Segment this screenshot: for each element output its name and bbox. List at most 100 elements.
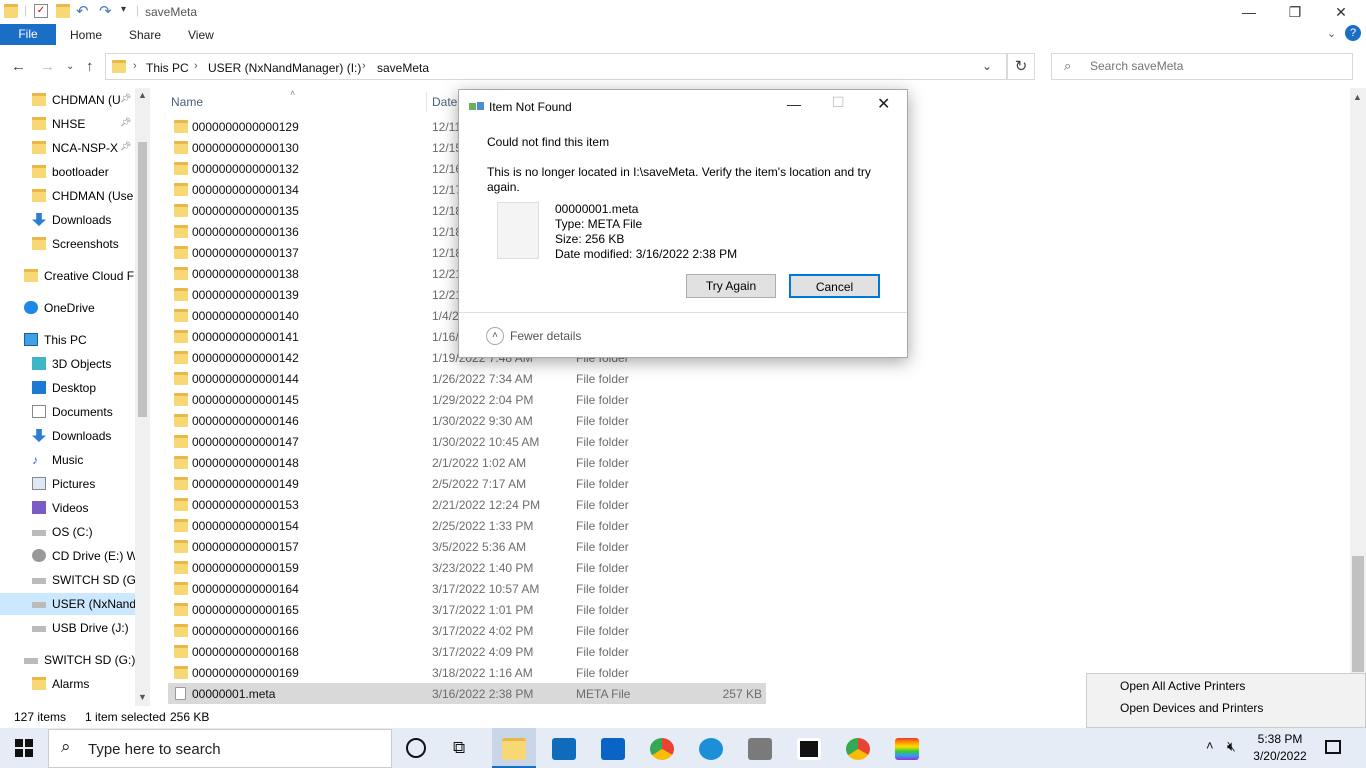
list-scrollbar-thumb[interactable] <box>1352 556 1364 672</box>
cancel-button[interactable]: Cancel <box>789 274 880 298</box>
sidebar-item-creative-cloud-f[interactable]: Creative Cloud F <box>0 265 135 287</box>
table-row[interactable]: 0000000000000145 1/29/2022 2:04 PM File fo… <box>168 389 766 410</box>
taskbar-clock[interactable]: 5:38 PM 3/20/2022 <box>1250 731 1310 765</box>
help-icon[interactable]: ? <box>1345 25 1361 41</box>
breadcrumb-savemeta[interactable]: saveMeta <box>377 61 429 75</box>
sidebar-item-this-pc[interactable]: This PC <box>0 329 135 351</box>
tab-view[interactable]: View <box>188 28 214 42</box>
dialog-minimize-button[interactable]: — <box>787 96 801 112</box>
scroll-down-icon[interactable]: ▼ <box>138 692 147 702</box>
sidebar-item-videos[interactable]: Videos <box>0 497 135 519</box>
ribbon-expand-icon[interactable]: ⌄ <box>1327 27 1336 40</box>
sidebar-item-chdman-u[interactable]: CHDMAN (U 📌︎ <box>0 89 135 111</box>
sidebar-item-onedrive[interactable]: OneDrive <box>0 297 135 319</box>
chevron-right-icon[interactable]: › <box>362 60 366 72</box>
nav-scrollbar-thumb[interactable] <box>138 142 147 417</box>
cortana-icon[interactable] <box>406 738 426 758</box>
scroll-up-icon[interactable]: ▲ <box>1353 92 1362 102</box>
task-view-icon[interactable]: ⧉ <box>453 738 465 758</box>
switch-app-icon[interactable] <box>797 738 821 760</box>
properties-icon[interactable]: ✓ <box>34 4 48 18</box>
rainbow-heart-icon[interactable] <box>895 738 919 760</box>
sidebar-item-switch-sd-g[interactable]: SWITCH SD (G:) <box>0 569 135 591</box>
breadcrumb-drive[interactable]: USER (NxNandManager) (I:) <box>208 61 361 75</box>
up-button[interactable]: ↑ <box>86 58 94 75</box>
table-row[interactable]: 0000000000000165 3/17/2022 1:01 PM File fo… <box>168 599 766 620</box>
back-button[interactable]: ← <box>11 58 26 75</box>
tab-share[interactable]: Share <box>129 28 161 42</box>
mail-icon[interactable] <box>601 738 625 760</box>
fewer-details-link[interactable]: Fewer details <box>510 329 581 343</box>
table-row[interactable]: 0000000000000149 2/5/2022 7:17 AM File fol… <box>168 473 766 494</box>
undo-icon[interactable]: ↶ <box>76 2 89 20</box>
sidebar-item-alarms[interactable]: Alarms <box>0 673 135 695</box>
restore-button[interactable]: ❐ <box>1272 0 1318 24</box>
table-row[interactable]: 0000000000000157 3/5/2022 5:36 AM File fol… <box>168 536 766 557</box>
chrome-icon[interactable] <box>650 738 674 760</box>
forward-button[interactable]: → <box>40 58 55 75</box>
sidebar-item-downloads[interactable]: Downloads <box>0 209 135 231</box>
menu-item-open-devices-printers[interactable]: Open Devices and Printers <box>1120 701 1263 715</box>
search-box[interactable]: ⌕ <box>1051 53 1353 80</box>
menu-item-open-active-printers[interactable]: Open All Active Printers <box>1120 679 1245 693</box>
taskbar-search[interactable]: ⌕ Type here to search <box>48 729 392 768</box>
sidebar-item-chdman-use[interactable]: CHDMAN (Use <box>0 185 135 207</box>
refresh-button[interactable]: ↻ <box>1007 53 1035 80</box>
table-row[interactable]: 00000001.meta 3/16/2022 2:38 PM META File 2… <box>168 683 766 704</box>
table-row[interactable]: 0000000000000148 2/1/2022 1:02 AM File fol… <box>168 452 766 473</box>
store-icon[interactable] <box>552 738 576 760</box>
file-tab[interactable]: File <box>0 24 56 45</box>
sidebar-item-screenshots[interactable]: Screenshots <box>0 233 135 255</box>
sidebar-item-bootloader[interactable]: bootloader <box>0 161 135 183</box>
address-bar[interactable]: › This PC › USER (NxNandManager) (I:) › … <box>105 53 1007 80</box>
table-row[interactable]: 0000000000000166 3/17/2022 4:02 PM File fo… <box>168 620 766 641</box>
chevron-right-icon[interactable]: › <box>133 60 137 72</box>
taskbar-search-placeholder[interactable]: Type here to search <box>88 741 221 758</box>
redo-icon[interactable]: ↷ <box>99 2 112 20</box>
sidebar-item-usb-drive-j[interactable]: USB Drive (J:) <box>0 617 135 639</box>
chevron-up-icon[interactable]: ˄ <box>486 327 504 345</box>
table-row[interactable]: 0000000000000159 3/23/2022 1:40 PM File fo… <box>168 557 766 578</box>
minimize-button[interactable]: — <box>1226 0 1272 24</box>
sidebar-item-documents[interactable]: Documents <box>0 401 135 423</box>
try-again-button[interactable]: Try Again <box>686 274 776 298</box>
chevron-down-icon[interactable]: ⌄ <box>982 59 992 73</box>
breadcrumb-this-pc[interactable]: This PC <box>146 61 189 75</box>
sidebar-item-music[interactable]: ♪ Music <box>0 449 135 471</box>
app-icon[interactable] <box>748 738 772 760</box>
table-row[interactable]: 0000000000000146 1/30/2022 9:30 AM File fo… <box>168 410 766 431</box>
customize-qa-icon[interactable]: ▾ <box>121 4 126 15</box>
table-row[interactable]: 0000000000000169 3/18/2022 1:16 AM File fo… <box>168 662 766 683</box>
tab-home[interactable]: Home <box>70 28 102 42</box>
dialog-close-button[interactable]: ✕ <box>877 94 890 114</box>
sidebar-item-3d-objects[interactable]: 3D Objects <box>0 353 135 375</box>
table-row[interactable]: 0000000000000144 1/26/2022 7:34 AM File fo… <box>168 368 766 389</box>
column-divider[interactable] <box>426 92 427 112</box>
sidebar-item-nca-nsp-x[interactable]: NCA-NSP-X 📌︎ <box>0 137 135 159</box>
sidebar-item-desktop[interactable]: Desktop <box>0 377 135 399</box>
chrome-profile-icon[interactable] <box>846 738 870 760</box>
column-header-date[interactable]: Date <box>432 95 457 109</box>
sidebar-item-cd-drive-e-w[interactable]: CD Drive (E:) W <box>0 545 135 567</box>
recent-locations-icon[interactable]: ⌄ <box>66 61 74 72</box>
column-header-name[interactable]: Name <box>171 95 203 109</box>
table-row[interactable]: 0000000000000168 3/17/2022 4:09 PM File fo… <box>168 641 766 662</box>
scroll-up-icon[interactable]: ▲ <box>138 90 147 100</box>
sidebar-item-downloads[interactable]: Downloads <box>0 425 135 447</box>
windows-start-icon[interactable] <box>15 739 33 757</box>
search-input[interactable] <box>1090 59 1340 73</box>
notification-icon[interactable] <box>1325 740 1341 754</box>
sidebar-item-os-c[interactable]: OS (C:) <box>0 521 135 543</box>
sidebar-item-pictures[interactable]: Pictures <box>0 473 135 495</box>
show-hidden-icons[interactable]: ˄ <box>1206 738 1214 753</box>
sidebar-item-nhse[interactable]: NHSE 📌︎ <box>0 113 135 135</box>
chevron-right-icon[interactable]: › <box>194 60 198 72</box>
new-folder-icon[interactable] <box>56 4 70 18</box>
sidebar-item-user-nxnandi[interactable]: USER (NxNandI <box>0 593 135 615</box>
table-row[interactable]: 0000000000000154 2/25/2022 1:33 PM File fo… <box>168 515 766 536</box>
edge-icon[interactable] <box>699 738 723 760</box>
close-button[interactable]: ✕ <box>1318 0 1364 24</box>
table-row[interactable]: 0000000000000147 1/30/2022 10:45 AM File f… <box>168 431 766 452</box>
volume-muted-icon[interactable]: 🔇︎ <box>1227 738 1236 755</box>
table-row[interactable]: 0000000000000164 3/17/2022 10:57 AM File f… <box>168 578 766 599</box>
